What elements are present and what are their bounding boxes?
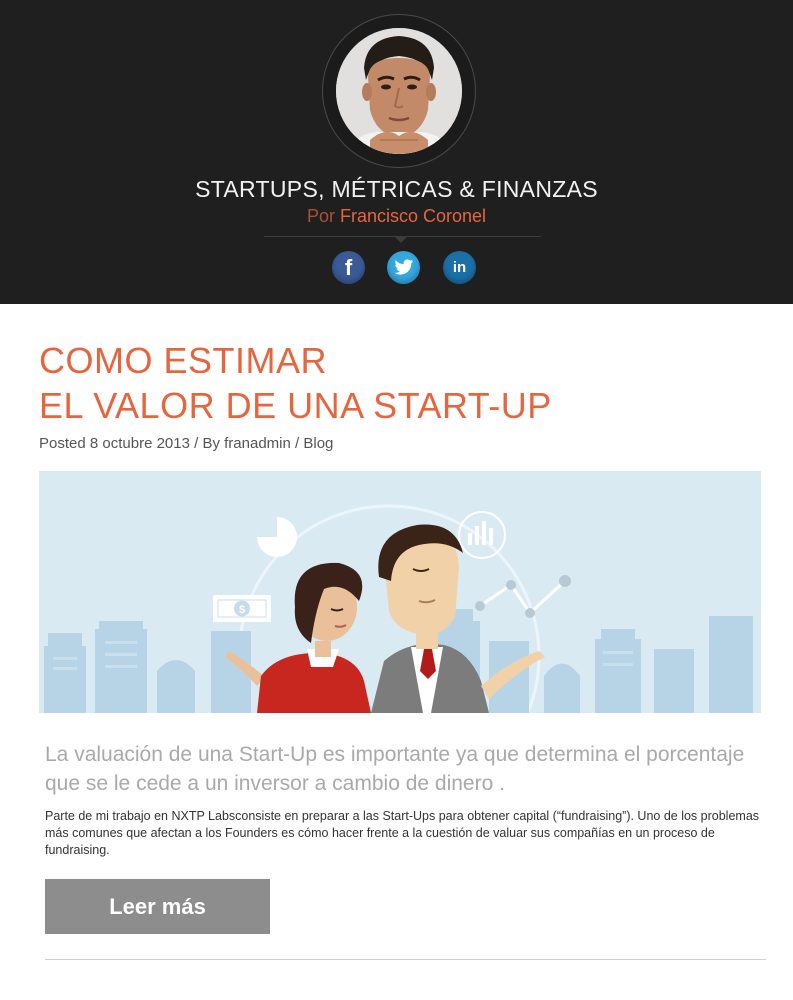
site-byline: Por Francisco Coronel <box>0 206 793 227</box>
post-excerpt: Parte de mi trabajo en NXTP Labsconsiste… <box>45 809 760 857</box>
site-title[interactable]: STARTUPS, MÉTRICAS & FINANZAS <box>0 176 793 203</box>
read-more-button[interactable]: Leer más <box>45 879 270 934</box>
author-avatar[interactable] <box>336 28 462 154</box>
twitter-icon <box>394 259 413 275</box>
dollar-symbol: $ <box>239 604 245 616</box>
site-header: STARTUPS, MÉTRICAS & FINANZAS Por Franci… <box>0 0 793 304</box>
post-lead: La valuación de una Start-Up es importan… <box>45 743 745 795</box>
meta-category-link[interactable]: Blog <box>303 435 333 452</box>
meta-author-link[interactable]: franadmin <box>224 435 291 452</box>
post-divider <box>45 959 766 960</box>
meta-date: 8 octubre 2013 <box>89 435 190 452</box>
author-photo <box>336 28 462 154</box>
byline-prefix: Por <box>306 206 335 226</box>
post-title[interactable]: COMO ESTIMAR EL VALOR DE UNA START-UP <box>39 338 759 428</box>
byline-author[interactable]: Francisco Coronel <box>340 206 486 226</box>
twitter-button[interactable] <box>387 251 420 284</box>
hero-illustration: $ <box>39 471 761 713</box>
meta-posted-prefix: Posted <box>39 435 86 452</box>
author-avatar-ring <box>322 14 476 168</box>
post-title-line-2[interactable]: EL VALOR DE UNA START-UP <box>39 383 759 428</box>
post-title-line-1[interactable]: COMO ESTIMAR <box>39 338 759 383</box>
linkedin-icon: in <box>452 259 467 276</box>
meta-by-separator: / By <box>194 435 220 452</box>
linkedin-button[interactable]: in <box>443 251 476 284</box>
post-meta: Posted 8 octubre 2013 / By franadmin / B… <box>39 435 333 452</box>
header-divider-notch <box>394 236 408 243</box>
facebook-icon: f <box>344 254 353 280</box>
facebook-button[interactable]: f <box>332 251 365 284</box>
hero-image[interactable]: $ <box>39 471 761 713</box>
meta-category-separator: / <box>295 435 300 452</box>
